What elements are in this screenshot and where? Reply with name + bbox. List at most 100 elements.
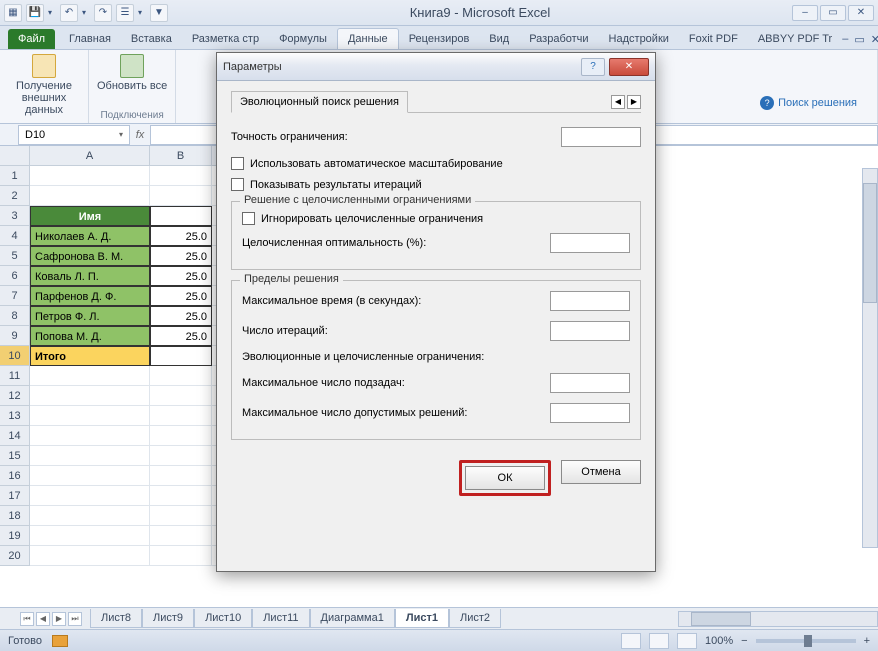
sheet-tab-Лист2[interactable]: Лист2	[449, 609, 501, 628]
cell[interactable]: Попова М. Д.	[30, 326, 150, 346]
undo-dropdown[interactable]: ▾	[82, 8, 90, 17]
autoscale-checkbox[interactable]: Использовать автоматическое масштабирова…	[231, 157, 641, 170]
tab-file[interactable]: Файл	[8, 29, 55, 49]
sheet-tab-Диаграмма1[interactable]: Диаграмма1	[310, 609, 395, 628]
tab-insert[interactable]: Вставка	[121, 29, 182, 49]
doc-restore-icon[interactable]: ▭	[854, 33, 864, 49]
cell[interactable]	[150, 406, 212, 426]
view-normal-button[interactable]	[621, 633, 641, 649]
tab-view[interactable]: Вид	[479, 29, 519, 49]
tab-home[interactable]: Главная	[59, 29, 121, 49]
cell[interactable]	[30, 386, 150, 406]
row-header-8[interactable]: 8	[0, 306, 30, 326]
cell[interactable]	[150, 506, 212, 526]
zoom-slider[interactable]	[756, 639, 856, 643]
cell[interactable]	[150, 446, 212, 466]
row-header-3[interactable]: 3	[0, 206, 30, 226]
cell[interactable]	[30, 526, 150, 546]
h-scroll-thumb[interactable]	[691, 612, 751, 626]
sheet-nav-last[interactable]: ⏭	[68, 612, 82, 626]
row-header-1[interactable]: 1	[0, 166, 30, 186]
cell[interactable]: 25.0	[150, 306, 212, 326]
cell[interactable]: 25.0	[150, 246, 212, 266]
redo-icon[interactable]: ↷	[94, 4, 112, 22]
tab-data[interactable]: Данные	[337, 28, 399, 49]
cell[interactable]: Сафронова В. М.	[30, 246, 150, 266]
filter-icon[interactable]: ▼	[150, 4, 168, 22]
sheet-tab-Лист9[interactable]: Лист9	[142, 609, 194, 628]
excel-icon[interactable]: ▦	[4, 4, 22, 22]
precision-input[interactable]	[561, 127, 641, 147]
tab-formulas[interactable]: Формулы	[269, 29, 337, 49]
save-icon[interactable]: 💾	[26, 4, 44, 22]
cell[interactable]	[150, 366, 212, 386]
cell[interactable]	[30, 506, 150, 526]
cell[interactable]: 25.0	[150, 226, 212, 246]
zoom-thumb[interactable]	[804, 635, 812, 647]
iterations-input[interactable]	[550, 321, 630, 341]
preview-dropdown[interactable]: ▾	[138, 8, 146, 17]
tab-review[interactable]: Рецензиров	[399, 29, 480, 49]
cell[interactable]	[150, 386, 212, 406]
row-header-11[interactable]: 11	[0, 366, 30, 386]
maxsub-input[interactable]	[550, 373, 630, 393]
macro-record-icon[interactable]	[52, 635, 68, 647]
solver-button[interactable]: ? Поиск решения	[760, 96, 869, 110]
tab-abbyy[interactable]: ABBYY PDF Tr	[748, 29, 842, 49]
cell[interactable]	[150, 206, 212, 226]
v-scroll-thumb[interactable]	[863, 183, 877, 303]
tab-addins[interactable]: Надстройки	[599, 29, 679, 49]
cell[interactable]	[150, 546, 212, 566]
sheet-nav-first[interactable]: ⏮	[20, 612, 34, 626]
cell[interactable]	[150, 166, 212, 186]
cell[interactable]	[30, 466, 150, 486]
cell[interactable]: Николаев А. Д.	[30, 226, 150, 246]
cell[interactable]	[30, 366, 150, 386]
row-header-7[interactable]: 7	[0, 286, 30, 306]
row-header-10[interactable]: 10	[0, 346, 30, 366]
row-header-6[interactable]: 6	[0, 266, 30, 286]
tab-scroll-left[interactable]: ◀	[611, 95, 625, 109]
ok-button[interactable]: ОК	[465, 466, 545, 490]
row-header-14[interactable]: 14	[0, 426, 30, 446]
dialog-titlebar[interactable]: Параметры ? ✕	[217, 53, 655, 81]
row-header-9[interactable]: 9	[0, 326, 30, 346]
tab-developer[interactable]: Разработчи	[519, 29, 598, 49]
row-header-2[interactable]: 2	[0, 186, 30, 206]
cell[interactable]	[150, 526, 212, 546]
cell[interactable]: Имя	[30, 206, 150, 226]
cell[interactable]	[150, 186, 212, 206]
cell[interactable]: Коваль Л. П.	[30, 266, 150, 286]
tab-scroll-right[interactable]: ▶	[627, 95, 641, 109]
undo-icon[interactable]: ↶	[60, 4, 78, 22]
ignore-int-checkbox[interactable]: Игнорировать целочисленные ограничения	[242, 212, 630, 225]
name-box[interactable]: D10 ▾	[18, 125, 130, 145]
cancel-button[interactable]: Отмена	[561, 460, 641, 484]
col-header-A[interactable]: A	[30, 146, 150, 166]
view-break-button[interactable]	[677, 633, 697, 649]
maximize-button[interactable]: ▭	[820, 5, 846, 21]
int-optimality-input[interactable]	[550, 233, 630, 253]
sheet-tab-Лист10[interactable]: Лист10	[194, 609, 252, 628]
view-layout-button[interactable]	[649, 633, 669, 649]
row-header-19[interactable]: 19	[0, 526, 30, 546]
tab-foxit[interactable]: Foxit PDF	[679, 29, 748, 49]
name-box-dropdown-icon[interactable]: ▾	[119, 130, 123, 139]
maxfeas-input[interactable]	[550, 403, 630, 423]
cell[interactable]	[150, 426, 212, 446]
row-header-13[interactable]: 13	[0, 406, 30, 426]
cell[interactable]	[30, 486, 150, 506]
sheet-nav-next[interactable]: ▶	[52, 612, 66, 626]
cell[interactable]: Петров Ф. Л.	[30, 306, 150, 326]
cell[interactable]	[150, 486, 212, 506]
cell[interactable]	[30, 186, 150, 206]
qat-dropdown[interactable]: ▾	[48, 8, 56, 17]
preview-icon[interactable]: ☰	[116, 4, 134, 22]
cell[interactable]	[30, 446, 150, 466]
cell[interactable]	[150, 466, 212, 486]
minimize-button[interactable]: –	[792, 5, 818, 21]
zoom-in-button[interactable]: +	[864, 635, 870, 647]
cell[interactable]: 25.0	[150, 326, 212, 346]
cell[interactable]: 25.0	[150, 266, 212, 286]
cell[interactable]	[30, 166, 150, 186]
